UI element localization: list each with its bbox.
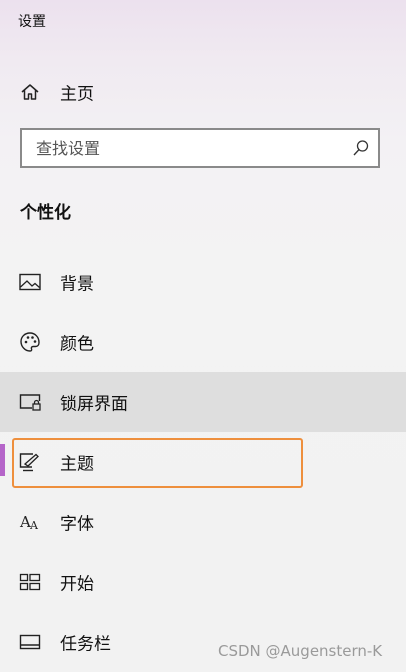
nav-home[interactable]: 主页 bbox=[0, 62, 406, 122]
nav-background[interactable]: 背景 bbox=[0, 252, 406, 312]
home-icon bbox=[19, 81, 41, 103]
nav-lock-screen[interactable]: 锁屏界面 bbox=[0, 372, 406, 432]
search-input[interactable] bbox=[36, 130, 336, 166]
nav-themes-label: 主题 bbox=[60, 454, 94, 475]
palette-icon bbox=[19, 331, 41, 353]
svg-text:A: A bbox=[29, 519, 39, 532]
lock-screen-icon bbox=[19, 391, 41, 413]
start-menu-icon bbox=[19, 571, 41, 593]
search-icon[interactable] bbox=[352, 139, 370, 157]
nav-colors[interactable]: 颜色 bbox=[0, 312, 406, 372]
picture-icon bbox=[19, 271, 41, 293]
nav-taskbar-label: 任务栏 bbox=[60, 634, 111, 655]
nav-start[interactable]: 开始 bbox=[0, 552, 406, 612]
window-title: 设置 bbox=[18, 14, 46, 30]
font-icon: AA bbox=[19, 511, 41, 533]
nav-background-label: 背景 bbox=[60, 274, 94, 295]
nav-lock-screen-label: 锁屏界面 bbox=[60, 394, 128, 415]
theme-brush-icon bbox=[19, 451, 41, 473]
nav-fonts-label: 字体 bbox=[60, 514, 94, 535]
nav-fonts[interactable]: AA 字体 bbox=[0, 492, 406, 552]
taskbar-icon bbox=[19, 631, 41, 653]
search-box[interactable] bbox=[20, 128, 380, 168]
nav-home-label: 主页 bbox=[60, 84, 94, 105]
nav-themes[interactable]: 主题 bbox=[0, 432, 406, 492]
section-heading: 个性化 bbox=[20, 203, 71, 223]
nav-colors-label: 颜色 bbox=[60, 334, 94, 355]
watermark: CSDN @Augenstern-K bbox=[218, 642, 383, 660]
nav-start-label: 开始 bbox=[60, 574, 94, 595]
